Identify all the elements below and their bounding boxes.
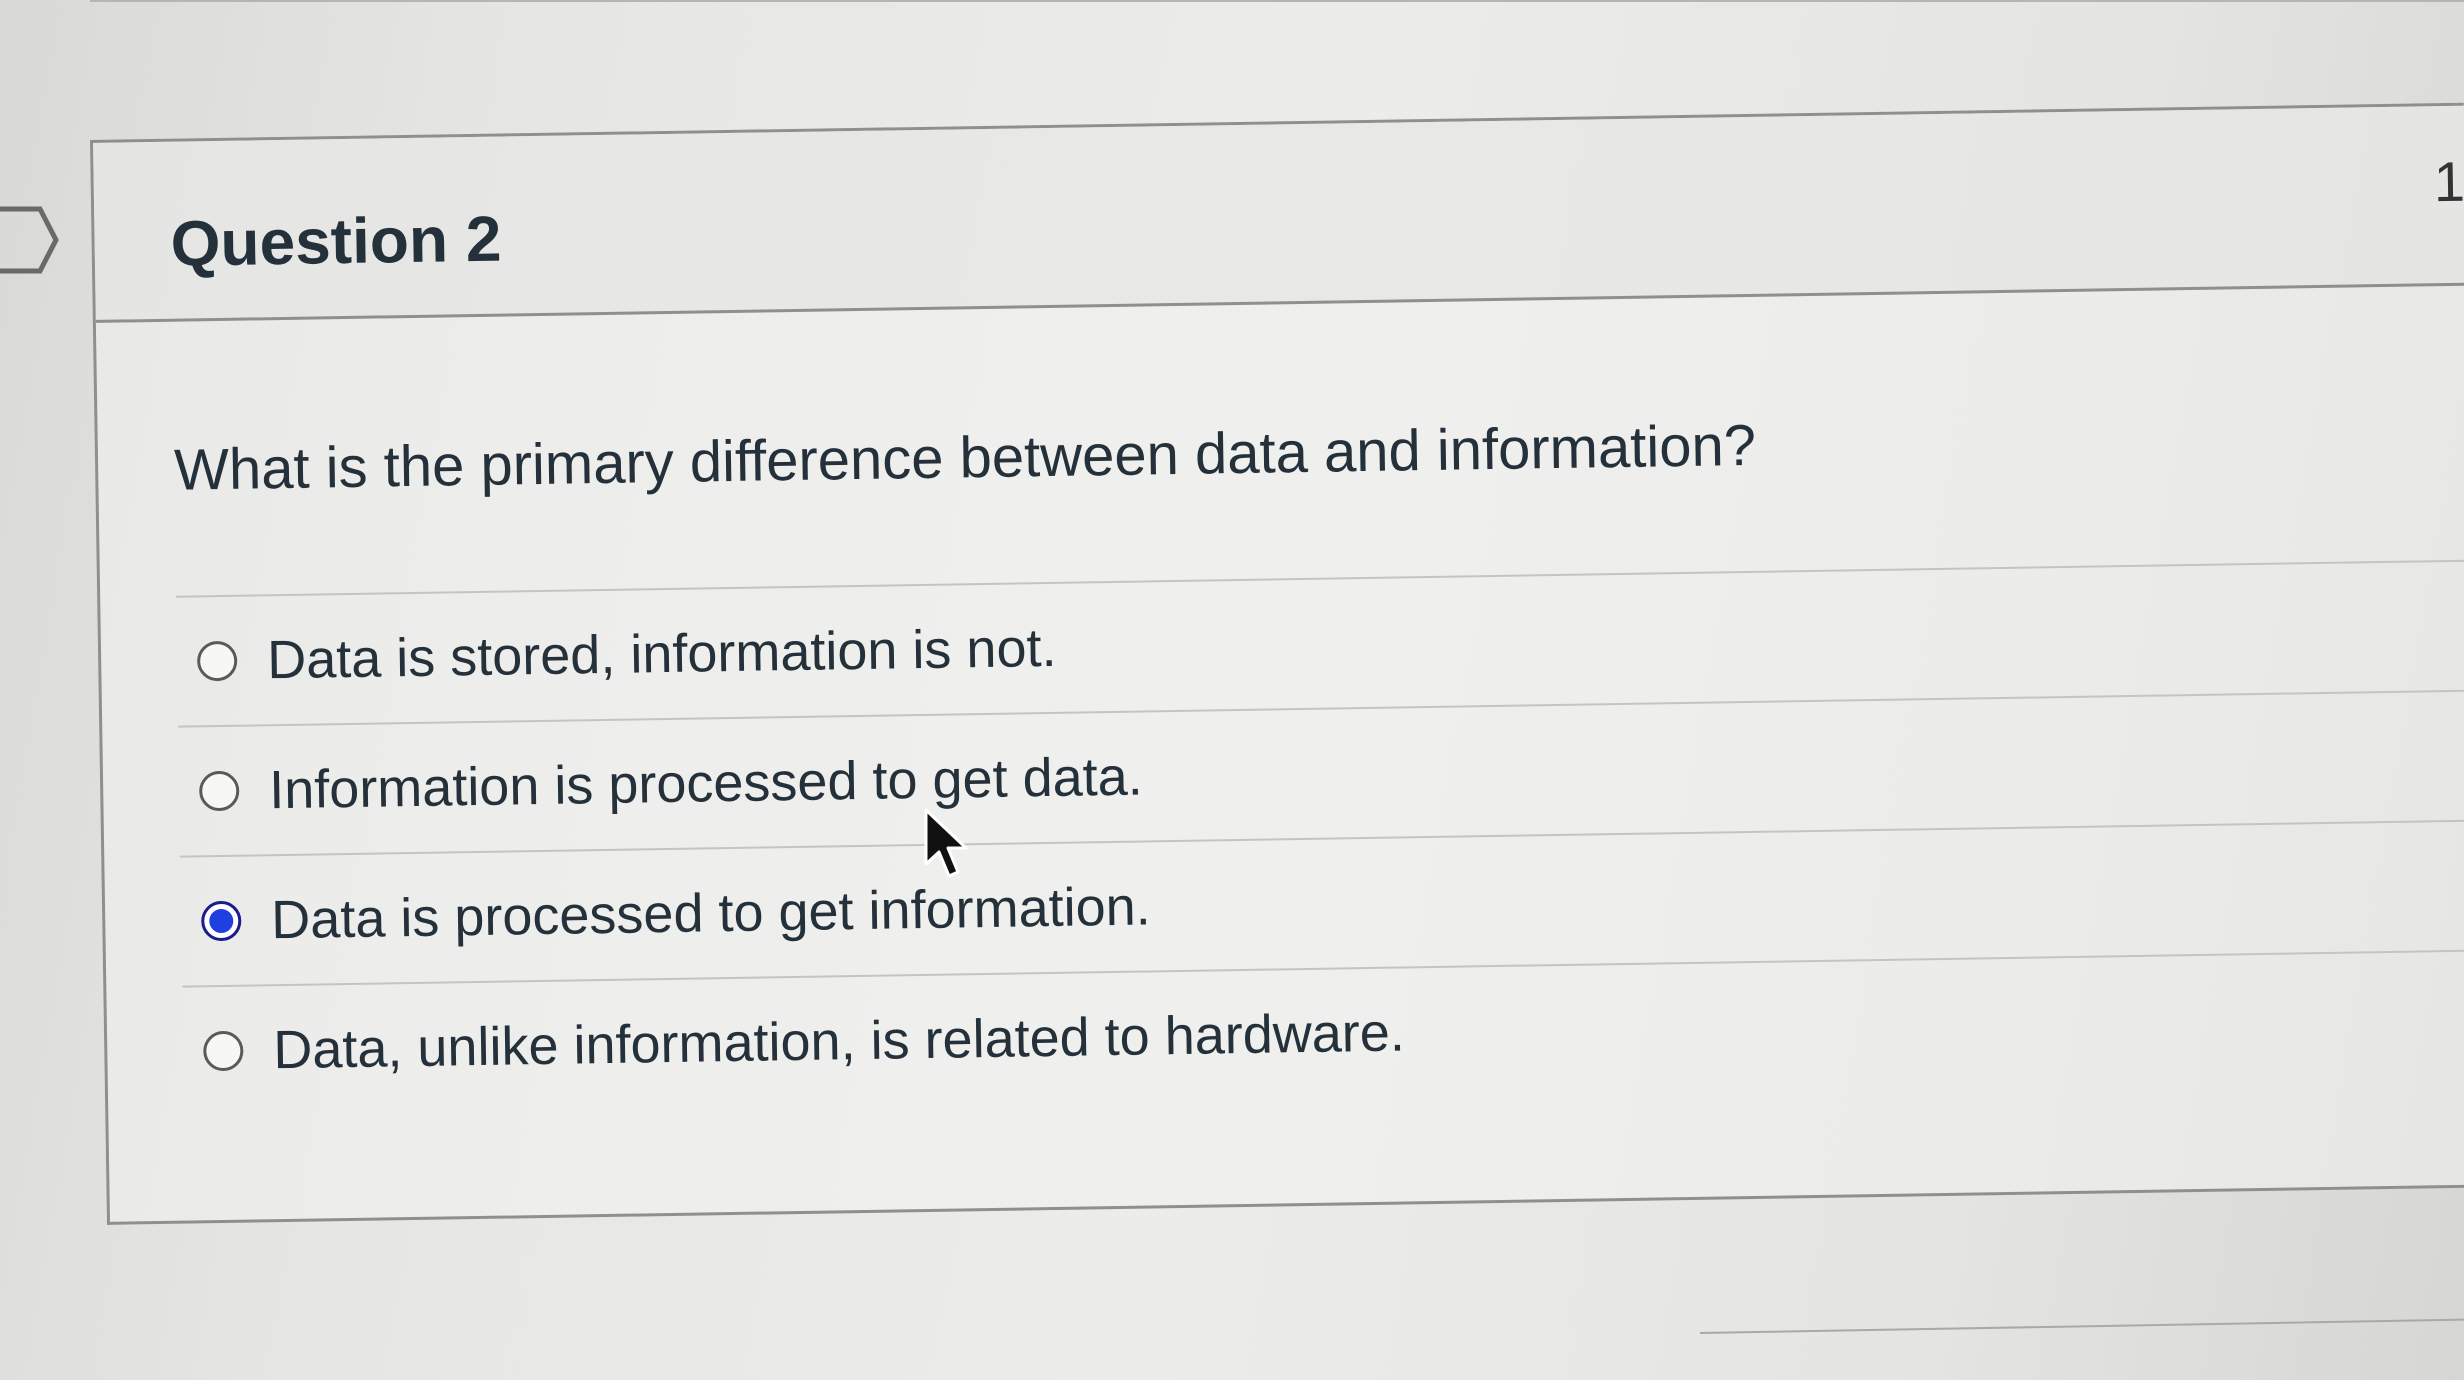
radio-button[interactable] bbox=[198, 770, 240, 812]
radio-button[interactable] bbox=[196, 640, 238, 682]
page-divider-top bbox=[90, 0, 2464, 2]
answer-label: Information is processed to get data. bbox=[268, 746, 1144, 821]
answer-label: Data, unlike information, is related to … bbox=[272, 1002, 1406, 1081]
question-title: Question 2 bbox=[170, 202, 502, 280]
question-card: Question 2 1 What is the primary differe… bbox=[90, 102, 2464, 1225]
radio-button-selected[interactable] bbox=[200, 900, 242, 942]
question-flag-icon[interactable] bbox=[0, 205, 60, 275]
question-header: Question 2 1 bbox=[93, 105, 2464, 323]
radio-button[interactable] bbox=[203, 1030, 244, 1072]
answer-label: Data is stored, information is not. bbox=[266, 617, 1057, 691]
mouse-pointer-icon bbox=[924, 808, 968, 878]
question-text: What is the primary difference between d… bbox=[173, 412, 1757, 503]
answer-list: Data is stored, information is not. Info… bbox=[176, 559, 2464, 1116]
question-points: 1 bbox=[2433, 149, 2464, 214]
page-divider-bottom bbox=[1700, 1318, 2464, 1334]
answer-label: Data is processed to get information. bbox=[270, 876, 1152, 951]
